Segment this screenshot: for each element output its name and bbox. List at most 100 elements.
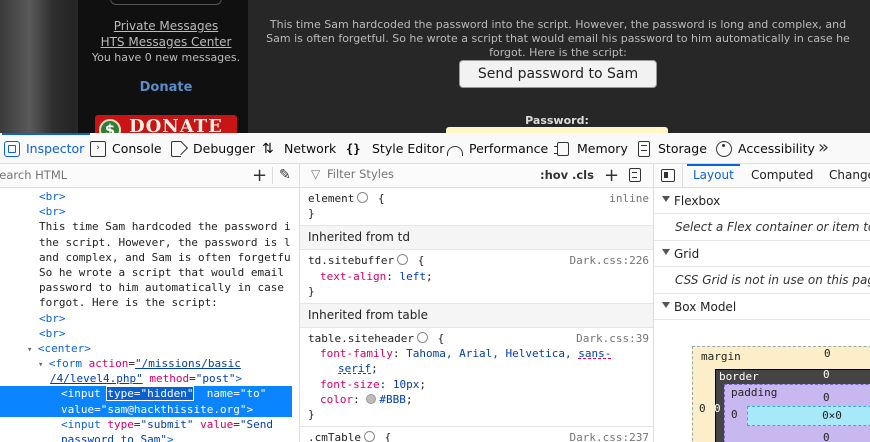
class-toggle[interactable]: .cls: [572, 168, 594, 182]
add-node-button[interactable]: +: [252, 165, 267, 186]
tab-style-editor[interactable]: {} Style Editor: [346, 133, 444, 164]
toolbar-divider: [272, 167, 273, 184]
inherited-header-table: Inherited from table: [300, 304, 653, 329]
search-html-input[interactable]: [0, 168, 232, 182]
margin-top-value[interactable]: 0: [824, 347, 831, 360]
tree-line-br[interactable]: <br>: [0, 189, 299, 204]
declaration[interactable]: color: #BBB;: [308, 392, 645, 407]
html-tree: <br> <br> This time Sam hardcoded the pa…: [0, 188, 299, 442]
rule-td-sitebuffer[interactable]: td.sitebuffer { Dark.css:226 text-align:…: [300, 250, 653, 305]
box-model-margin[interactable]: margin 0 0 border 0 0 padding 0 0 0×0 0: [692, 346, 870, 442]
private-messages-link[interactable]: Private Messages: [78, 19, 254, 33]
tab-debugger[interactable]: Debugger: [171, 133, 255, 164]
markup-toolbar: + ✎: [0, 164, 299, 188]
rule-source-link[interactable]: Dark.css:237: [570, 430, 649, 442]
style-editor-icon: {}: [346, 141, 361, 156]
declaration[interactable]: font-family: Tahoma, Arial, Helvetica, s…: [308, 346, 645, 361]
layout-sidebar: Layout Computed Changes Flexbox Select a…: [654, 164, 870, 442]
declaration[interactable]: text-align: left;: [308, 269, 645, 284]
gear-icon[interactable]: [397, 254, 409, 266]
toggle-pane-icon[interactable]: [661, 169, 675, 182]
tab-computed[interactable]: Computed: [751, 168, 813, 182]
boxmodel-section-header[interactable]: Box Model: [654, 294, 870, 320]
tree-node-center[interactable]: ▾ <center>: [0, 341, 299, 356]
padding-bottom-value[interactable]: 0: [823, 431, 830, 442]
send-password-button[interactable]: Send password to Sam: [459, 60, 657, 88]
rule-table-siteheader[interactable]: table.siteheader { Dark.css:39 font-fami…: [300, 328, 653, 428]
tree-line-br[interactable]: <br>: [0, 204, 299, 219]
donate-banner-text: DONATE: [129, 116, 223, 133]
tree-node-form-cont[interactable]: /4/level4.php" method="post">: [0, 371, 299, 386]
tree-node-input-submit[interactable]: <input type="submit" value="Send: [0, 417, 299, 432]
padding-top-value[interactable]: 0: [823, 391, 830, 404]
tab-inspector[interactable]: Inspector: [1, 133, 91, 164]
gear-icon[interactable]: [363, 431, 375, 442]
tree-line-text[interactable]: So he wrote a script that would email: [0, 265, 299, 280]
tab-accessibility[interactable]: Accessibility: [716, 133, 815, 164]
tree-line-text[interactable]: forgot. Here is the script:: [0, 295, 299, 310]
border-left-value[interactable]: 0: [714, 402, 721, 415]
gear-icon[interactable]: [357, 192, 369, 203]
declaration[interactable]: font-size: 10px;: [308, 377, 645, 392]
expand-twisty-icon[interactable]: ▾: [27, 345, 38, 355]
grid-section-body: CSS Grid is not in use on this page: [654, 267, 870, 294]
expand-twisty-icon[interactable]: ▾: [38, 360, 49, 370]
rules-view: ▽ :hov .cls + element { inline } Inherit…: [300, 164, 654, 442]
filter-styles-input[interactable]: [327, 167, 527, 181]
tab-console[interactable]: › Console: [90, 133, 162, 164]
tab-performance-label: Performance: [469, 141, 549, 156]
more-tools-chevron-icon[interactable]: »: [818, 137, 829, 158]
tab-performance[interactable]: Performance: [447, 133, 548, 164]
eyedropper-icon[interactable]: ✎: [279, 167, 291, 183]
rules-toolbar: ▽ :hov .cls +: [300, 164, 653, 188]
box-model-padding[interactable]: padding 0 0 0×0 0: [724, 384, 870, 442]
padding-label: padding: [731, 386, 778, 399]
add-rule-button[interactable]: +: [604, 165, 619, 186]
password-label: Password:: [525, 114, 589, 127]
gear-icon[interactable]: [416, 332, 428, 344]
tree-node-input-hidden-cont[interactable]: value="sam@hackthissite.org">: [0, 401, 292, 417]
rule-element[interactable]: element { inline }: [300, 188, 653, 227]
tree-line-br[interactable]: <br>: [0, 311, 299, 326]
tree-line-br[interactable]: <br>: [0, 326, 299, 341]
rule-selector: td.sitebuffer: [308, 254, 395, 268]
tree-line-text[interactable]: password to him automatically in case: [0, 280, 299, 295]
padding-left-value[interactable]: 0: [731, 408, 738, 421]
rule-cmtable[interactable]: .cmTable { Dark.css:237: [300, 427, 653, 442]
border-top-value[interactable]: 0: [823, 368, 830, 381]
performance-icon: [447, 145, 463, 156]
site-sidebar: Private Messages HTS Messages Center You…: [78, 0, 248, 133]
flexbox-heading: Flexbox: [674, 194, 721, 208]
tree-node-input-hidden-selected[interactable]: <input type="hidden" name="to": [0, 386, 292, 402]
hts-messages-center-link[interactable]: HTS Messages Center: [78, 35, 254, 49]
grid-section-header[interactable]: Grid: [654, 241, 870, 267]
tree-node-input-submit-cont[interactable]: password to Sam">: [0, 432, 299, 442]
margin-left-value[interactable]: 0: [699, 402, 706, 415]
donate-banner[interactable]: $ DONATE: [95, 115, 237, 133]
rule-source-link[interactable]: Dark.css:226: [570, 253, 649, 268]
tab-storage[interactable]: Storage: [638, 133, 707, 164]
tab-inspector-label: Inspector: [26, 141, 85, 156]
box-model-border[interactable]: border 0 0 padding 0 0 0×0 0: [714, 368, 870, 442]
tab-memory[interactable]: Memory: [554, 133, 628, 164]
tab-accessibility-label: Accessibility: [738, 141, 815, 156]
hover-pseudo-toggle[interactable]: :hov: [540, 168, 568, 182]
print-media-icon[interactable]: [629, 168, 641, 182]
sidebar-partial-button[interactable]: [110, 0, 222, 5]
sidebar-tabs: Layout Computed Changes: [654, 164, 870, 188]
color-swatch[interactable]: [366, 393, 377, 404]
tree-line-text[interactable]: This time Sam hardcoded the password i: [0, 219, 299, 234]
editing-attribute[interactable]: type="hidden": [106, 386, 195, 402]
tree-line-text[interactable]: the script. However, the password is l: [0, 235, 299, 250]
tree-node-form[interactable]: ▾ <form action="/missions/basic: [0, 356, 299, 371]
tab-changes[interactable]: Changes: [829, 168, 870, 182]
flexbox-message: Select a Flex container or item to conti…: [675, 220, 870, 234]
flexbox-section-header[interactable]: Flexbox: [654, 188, 870, 214]
donate-link[interactable]: Donate: [78, 80, 254, 95]
rule-source-link[interactable]: Dark.css:39: [576, 331, 649, 346]
tab-network[interactable]: ⇅ Network: [262, 133, 336, 164]
tab-layout[interactable]: Layout: [687, 164, 740, 182]
tree-line-text[interactable]: and complex, and Sam is often forgetfu: [0, 250, 299, 265]
filter-icon: ▽: [311, 167, 321, 181]
collapse-triangle-icon: [662, 249, 670, 255]
